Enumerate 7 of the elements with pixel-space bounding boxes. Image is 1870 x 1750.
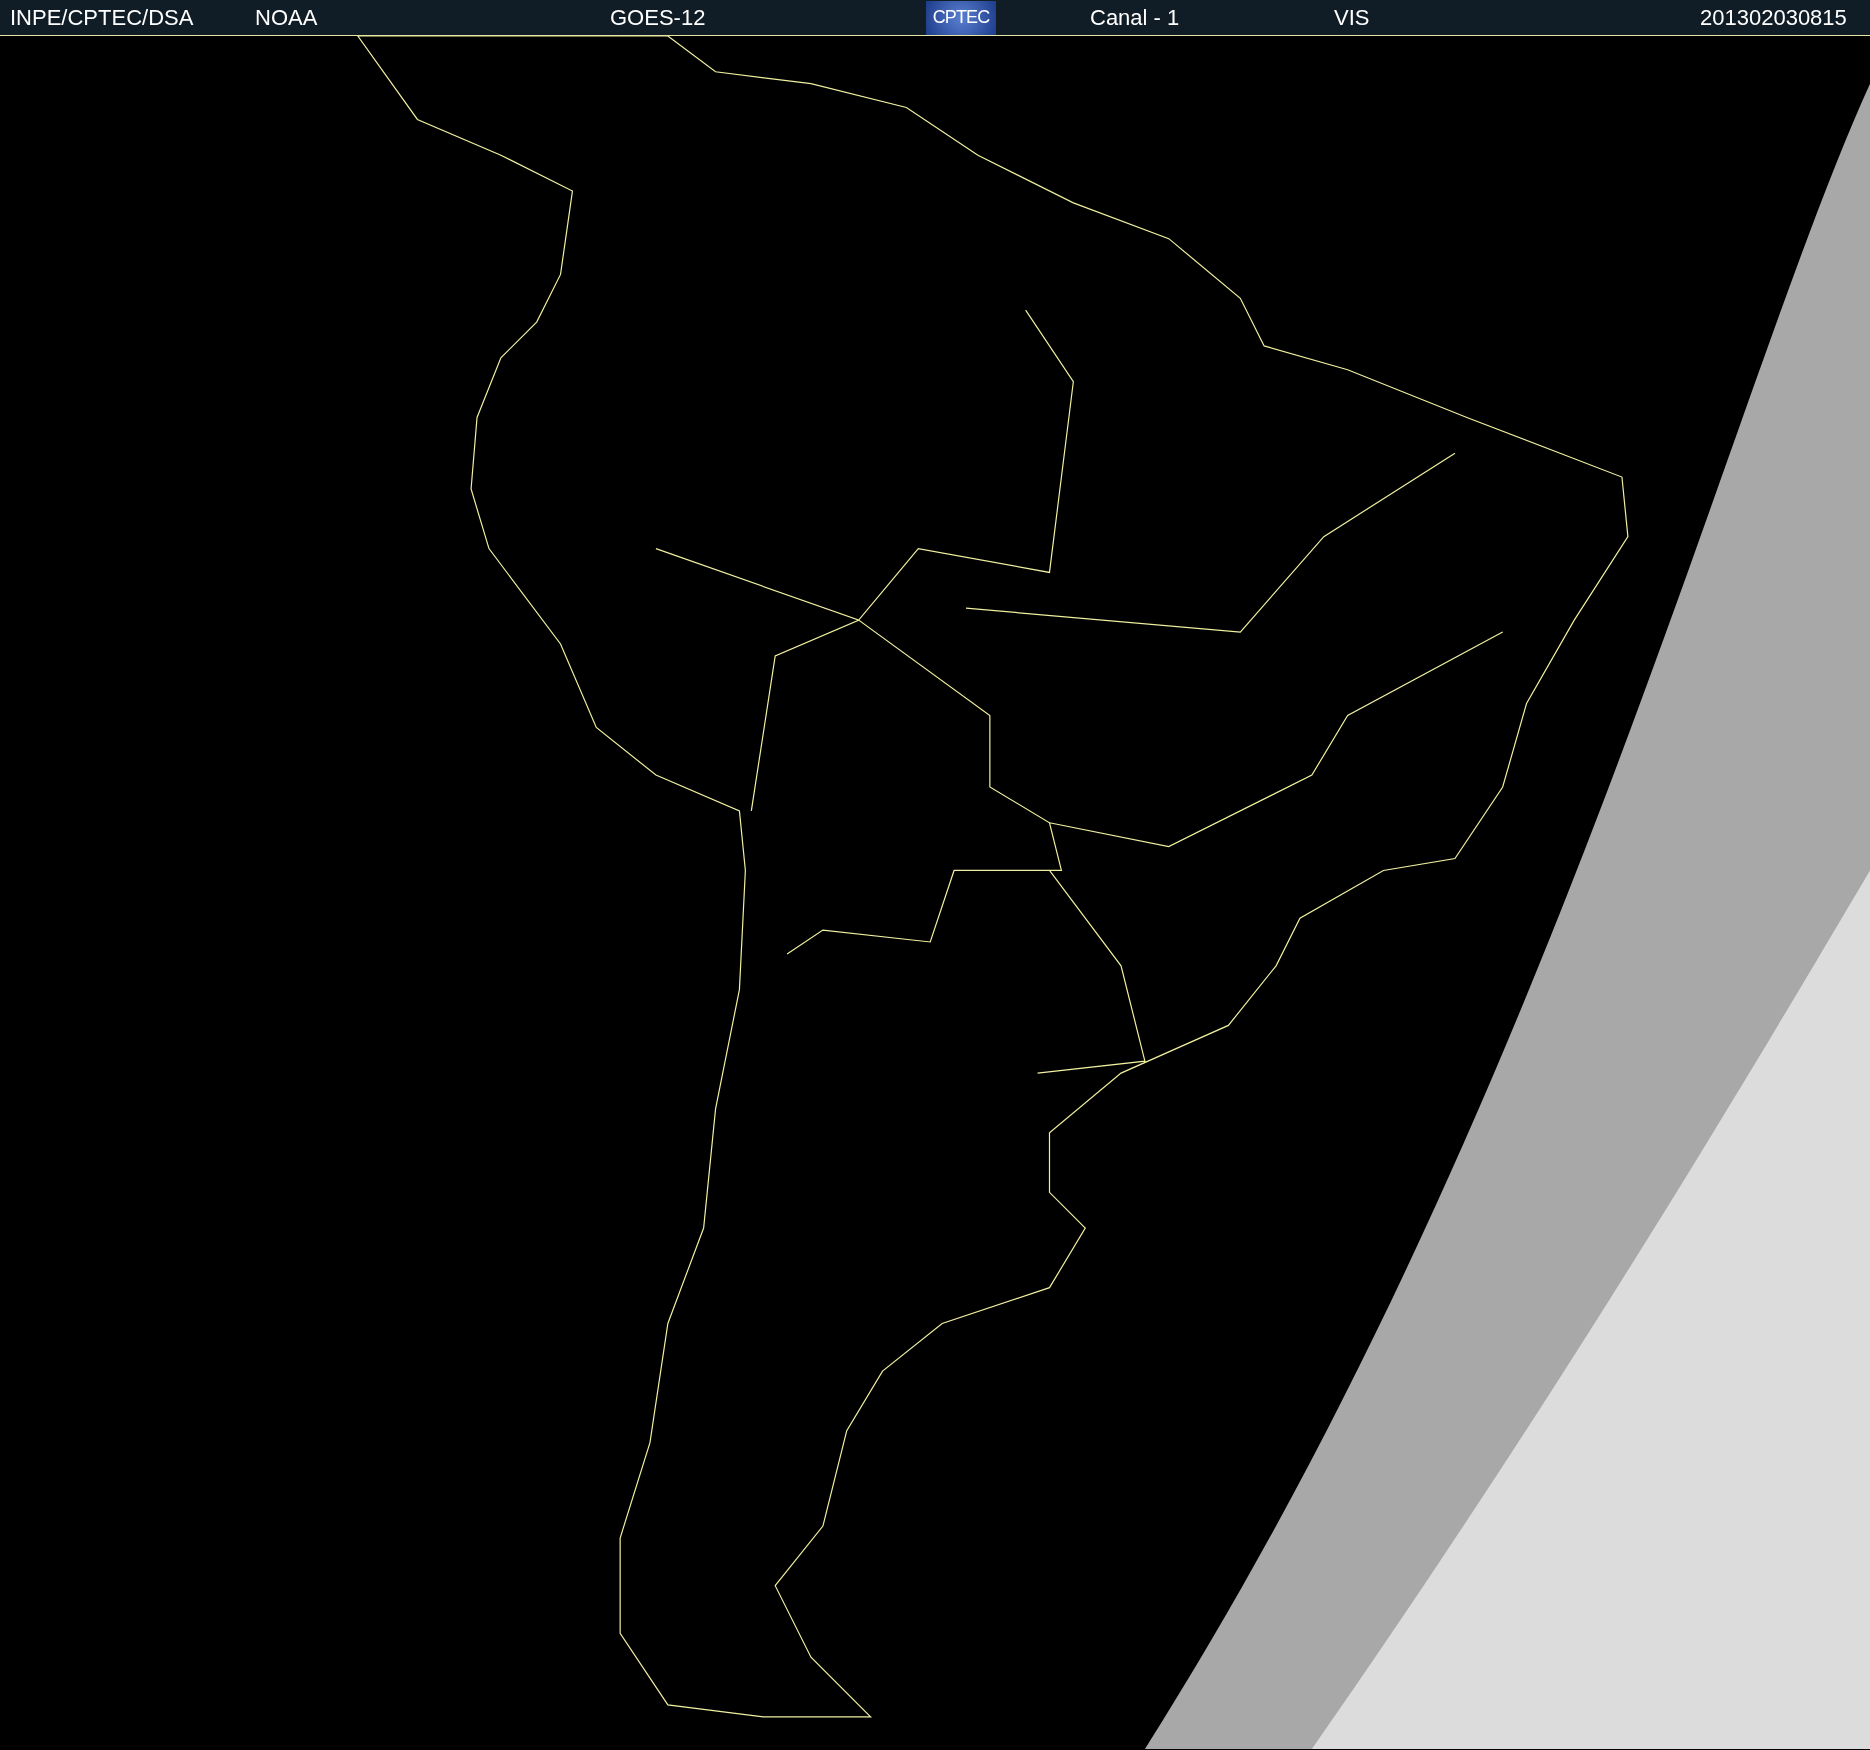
header-text: Canal - 1 — [1090, 4, 1180, 32]
logo: CPTEC — [926, 0, 996, 35]
header-text: 201302030815 — [1700, 4, 1847, 32]
header-text: VIS — [1334, 4, 1370, 32]
header-text: GOES-12 — [610, 4, 706, 32]
header-text: INPE/CPTEC/DSA — [10, 4, 194, 32]
header-text: NOAA — [255, 4, 318, 32]
